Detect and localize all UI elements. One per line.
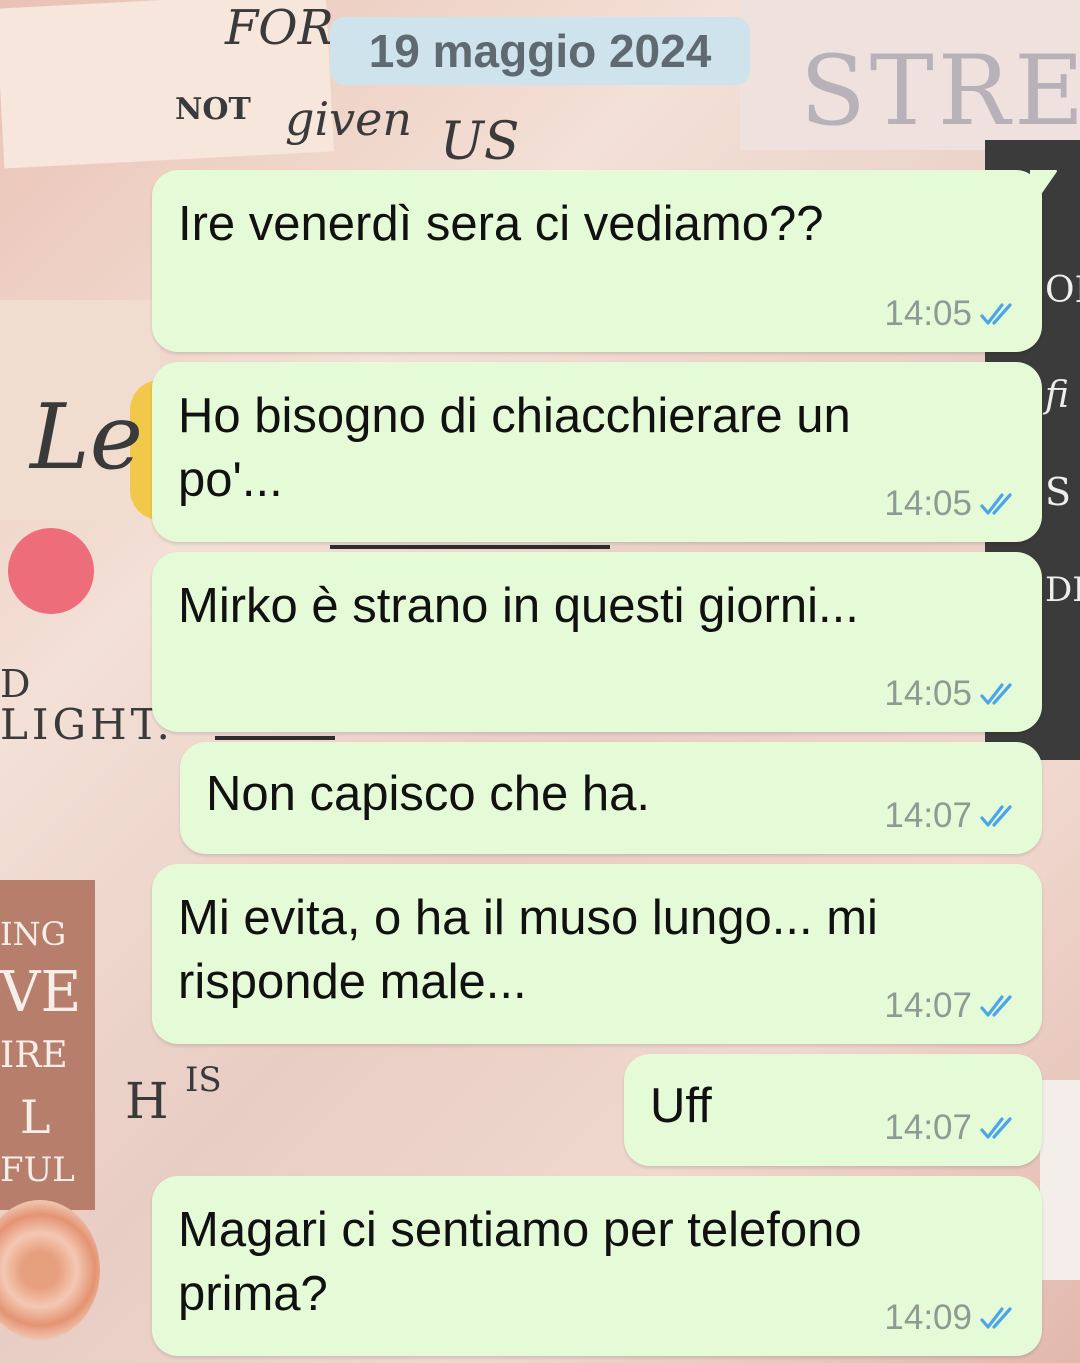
message-time: 14:05	[884, 484, 972, 523]
wallpaper-text: fi	[1045, 375, 1070, 416]
message-meta: 14:05	[884, 294, 1020, 334]
message-meta: 14:05	[884, 484, 1020, 524]
wallpaper-text: H	[125, 1072, 169, 1130]
read-double-check-icon	[980, 303, 1012, 325]
message-meta: 14:09	[884, 1298, 1020, 1338]
wallpaper-text: FOR	[225, 0, 334, 56]
message-text: Ire venerdì sera ci vediamo??	[178, 197, 824, 251]
message-time: 14:09	[884, 1298, 972, 1337]
wallpaper-text: DI	[1045, 570, 1080, 610]
wallpaper-text: IS	[185, 1060, 222, 1100]
wallpaper-text: NOT	[175, 92, 251, 127]
wallpaper-text: L	[20, 1090, 51, 1144]
read-double-check-icon	[980, 995, 1012, 1017]
wallpaper-text: given	[285, 92, 412, 146]
message-meta: 14:07	[884, 796, 1020, 836]
message-text: Mirko è strano in questi giorni...	[178, 579, 859, 633]
date-label: 19 maggio 2024	[368, 25, 712, 77]
message-meta: 14:05	[884, 674, 1020, 714]
message-bubble-outgoing[interactable]: Mi evita, o ha il muso lungo... mi rispo…	[152, 864, 1042, 1044]
wallpaper-text: IRE	[0, 1035, 68, 1076]
message-time: 14:07	[884, 1108, 972, 1147]
wallpaper-text: Le	[30, 385, 144, 490]
message-bubble-outgoing[interactable]: Ire venerdì sera ci vediamo?? 14:05	[152, 170, 1057, 352]
bubble-tail	[1030, 170, 1057, 196]
message-time: 14:05	[884, 674, 972, 713]
message-time: 14:07	[884, 986, 972, 1025]
read-double-check-icon	[980, 805, 1012, 827]
wallpaper-text: OI	[1045, 270, 1080, 311]
wallpaper-rule-line	[215, 736, 335, 740]
wallpaper-pink-dot	[8, 528, 94, 614]
wallpaper-text: VE	[0, 960, 82, 1025]
wallpaper-rule-line	[330, 545, 610, 549]
read-double-check-icon	[980, 1307, 1012, 1329]
read-double-check-icon	[980, 493, 1012, 515]
message-bubble-outgoing[interactable]: Non capisco che ha. 14:07	[180, 742, 1042, 854]
message-meta: 14:07	[884, 1108, 1020, 1148]
wallpaper-text: S	[1045, 470, 1072, 514]
message-bubble-outgoing[interactable]: Magari ci sentiamo per telefono prima? 1…	[152, 1176, 1042, 1356]
wallpaper-text: US	[440, 112, 520, 172]
wallpaper-text: FUL	[0, 1150, 75, 1190]
wallpaper-text: ING	[0, 915, 67, 953]
message-bubble-outgoing[interactable]: Mirko è strano in questi giorni... 14:05	[152, 552, 1042, 732]
message-time: 14:07	[884, 796, 972, 835]
wallpaper-text: STRENG	[800, 35, 1080, 147]
message-bubble-outgoing[interactable]: Ho bisogno di chiacchierare un po'... 14…	[152, 362, 1042, 542]
read-double-check-icon	[980, 683, 1012, 705]
message-bubble-outgoing[interactable]: Uff 14:07	[624, 1054, 1042, 1166]
read-double-check-icon	[980, 1117, 1012, 1139]
wallpaper-paper-strip	[1040, 1080, 1080, 1280]
message-time: 14:05	[884, 294, 972, 333]
wallpaper-swirl	[0, 1200, 100, 1340]
message-meta: 14:07	[884, 986, 1020, 1026]
date-separator: 19 maggio 2024	[330, 17, 750, 85]
wallpaper-text: LIGHT.	[0, 700, 174, 749]
